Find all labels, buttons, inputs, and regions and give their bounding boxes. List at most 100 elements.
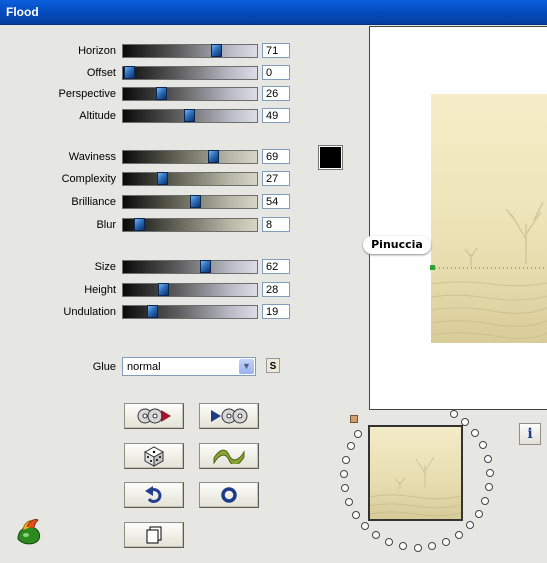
perspective-value-field[interactable]: 26 bbox=[262, 86, 290, 101]
undulation-value-field[interactable]: 19 bbox=[262, 304, 290, 319]
load-preset-button[interactable] bbox=[124, 403, 184, 429]
navigator-handle[interactable] bbox=[350, 415, 358, 423]
perspective-slider[interactable] bbox=[122, 87, 258, 101]
brilliance-slider-thumb[interactable] bbox=[189, 195, 201, 208]
undo-button[interactable] bbox=[124, 482, 184, 508]
navigator-dot[interactable] bbox=[474, 509, 483, 518]
watermark-label: Pinuccia bbox=[363, 236, 431, 254]
navigator-dot[interactable] bbox=[461, 418, 470, 427]
chevron-down-icon[interactable]: ▼ bbox=[239, 359, 254, 374]
navigator-dot[interactable] bbox=[413, 543, 422, 552]
waviness-slider-thumb[interactable] bbox=[208, 150, 220, 163]
reset-button[interactable] bbox=[199, 482, 259, 508]
navigator-dot[interactable] bbox=[483, 454, 492, 463]
navigator-dot[interactable] bbox=[454, 530, 463, 539]
perspective-label: Perspective bbox=[58, 88, 116, 100]
blur-slider[interactable] bbox=[122, 218, 258, 232]
navigator-dot[interactable] bbox=[442, 537, 451, 546]
glue-select[interactable]: normal ▼ bbox=[122, 357, 256, 376]
blur-value-field[interactable]: 8 bbox=[262, 217, 290, 232]
navigator-dot[interactable] bbox=[360, 522, 369, 531]
navigator-dot[interactable] bbox=[481, 497, 490, 506]
size-slider[interactable] bbox=[122, 260, 258, 274]
waviness-label: Waviness bbox=[68, 151, 116, 163]
waviness-slider[interactable] bbox=[122, 150, 258, 164]
horizon-slider-thumb[interactable] bbox=[210, 44, 222, 57]
size-label: Size bbox=[94, 261, 116, 273]
window-title: Flood bbox=[6, 5, 39, 19]
copy-icon bbox=[146, 526, 162, 544]
complexity-label: Complexity bbox=[61, 173, 116, 185]
random-button[interactable] bbox=[124, 443, 184, 469]
navigator-dot[interactable] bbox=[478, 441, 487, 450]
altitude-slider-thumb[interactable] bbox=[183, 109, 195, 122]
navigator-dot[interactable] bbox=[340, 470, 349, 479]
navigator-dot[interactable] bbox=[341, 484, 350, 493]
brilliance-label: Brilliance bbox=[71, 196, 116, 208]
perspective-slider-thumb[interactable] bbox=[155, 87, 167, 100]
horizon-label: Horizon bbox=[78, 45, 116, 57]
undulation-label: Undulation bbox=[63, 306, 116, 318]
navigator-dot[interactable] bbox=[465, 521, 474, 530]
navigator-dot[interactable] bbox=[449, 410, 458, 419]
navigator-dot[interactable] bbox=[353, 429, 362, 438]
horizon-value-field[interactable]: 71 bbox=[262, 43, 290, 58]
glue-s-button[interactable]: S bbox=[266, 358, 280, 373]
save-preset-button[interactable] bbox=[199, 403, 259, 429]
navigator-dot[interactable] bbox=[351, 510, 360, 519]
brilliance-value-field[interactable]: 54 bbox=[262, 194, 290, 209]
navigator-dot[interactable] bbox=[385, 538, 394, 547]
navigator-dot[interactable] bbox=[471, 428, 480, 437]
complexity-slider[interactable] bbox=[122, 172, 258, 186]
glue-label: Glue bbox=[92, 361, 116, 373]
offset-slider-thumb[interactable] bbox=[124, 66, 135, 79]
complexity-slider-thumb[interactable] bbox=[156, 172, 168, 185]
navigator-dot[interactable] bbox=[485, 468, 494, 477]
blur-label: Blur bbox=[96, 219, 116, 231]
offset-value-field[interactable]: 0 bbox=[262, 65, 290, 80]
title-bar: Flood bbox=[0, 0, 547, 25]
offset-label: Offset bbox=[86, 67, 116, 79]
navigator-dot[interactable] bbox=[346, 442, 355, 451]
altitude-slider[interactable] bbox=[122, 109, 258, 123]
horizon-slider[interactable] bbox=[122, 44, 258, 58]
copy-button[interactable] bbox=[124, 522, 184, 548]
navigator-dot[interactable] bbox=[485, 483, 494, 492]
height-slider-thumb[interactable] bbox=[158, 283, 170, 296]
height-label: Height bbox=[84, 284, 116, 296]
undulation-slider-thumb[interactable] bbox=[147, 305, 159, 318]
navigator-scene-graphic bbox=[370, 456, 461, 517]
complexity-value-field[interactable]: 27 bbox=[262, 171, 290, 186]
wave-button[interactable] bbox=[199, 443, 259, 469]
save-preset-icon bbox=[211, 408, 248, 424]
app-logo-icon bbox=[17, 518, 41, 545]
altitude-value-field[interactable]: 49 bbox=[262, 108, 290, 123]
height-value-field[interactable]: 28 bbox=[262, 282, 290, 297]
blur-slider-thumb[interactable] bbox=[133, 218, 145, 231]
offset-slider[interactable] bbox=[122, 66, 258, 80]
navigator-dot[interactable] bbox=[428, 541, 437, 550]
dice-icon bbox=[143, 446, 165, 467]
navigator-dot[interactable] bbox=[345, 498, 354, 507]
load-preset-icon bbox=[137, 408, 171, 424]
navigator-dot[interactable] bbox=[341, 455, 350, 464]
reset-icon bbox=[221, 487, 237, 503]
info-button[interactable]: i bbox=[519, 423, 541, 445]
preview-scene-graphic bbox=[431, 201, 547, 339]
navigator-thumbnail[interactable] bbox=[368, 425, 463, 521]
undulation-slider[interactable] bbox=[122, 305, 258, 319]
glue-select-value: normal bbox=[127, 361, 161, 373]
size-value-field[interactable]: 62 bbox=[262, 259, 290, 274]
altitude-label: Altitude bbox=[79, 110, 116, 122]
undo-icon bbox=[145, 486, 162, 504]
navigator-dot[interactable] bbox=[399, 542, 408, 551]
size-slider-thumb[interactable] bbox=[199, 260, 211, 273]
brilliance-slider[interactable] bbox=[122, 195, 258, 209]
height-slider[interactable] bbox=[122, 283, 258, 297]
navigator-dot[interactable] bbox=[372, 531, 381, 540]
waviness-value-field[interactable]: 69 bbox=[262, 149, 290, 164]
horizon-marker[interactable] bbox=[430, 265, 435, 270]
preview-image bbox=[431, 94, 547, 343]
color-swatch[interactable] bbox=[318, 145, 343, 170]
wave-icon bbox=[213, 449, 245, 464]
